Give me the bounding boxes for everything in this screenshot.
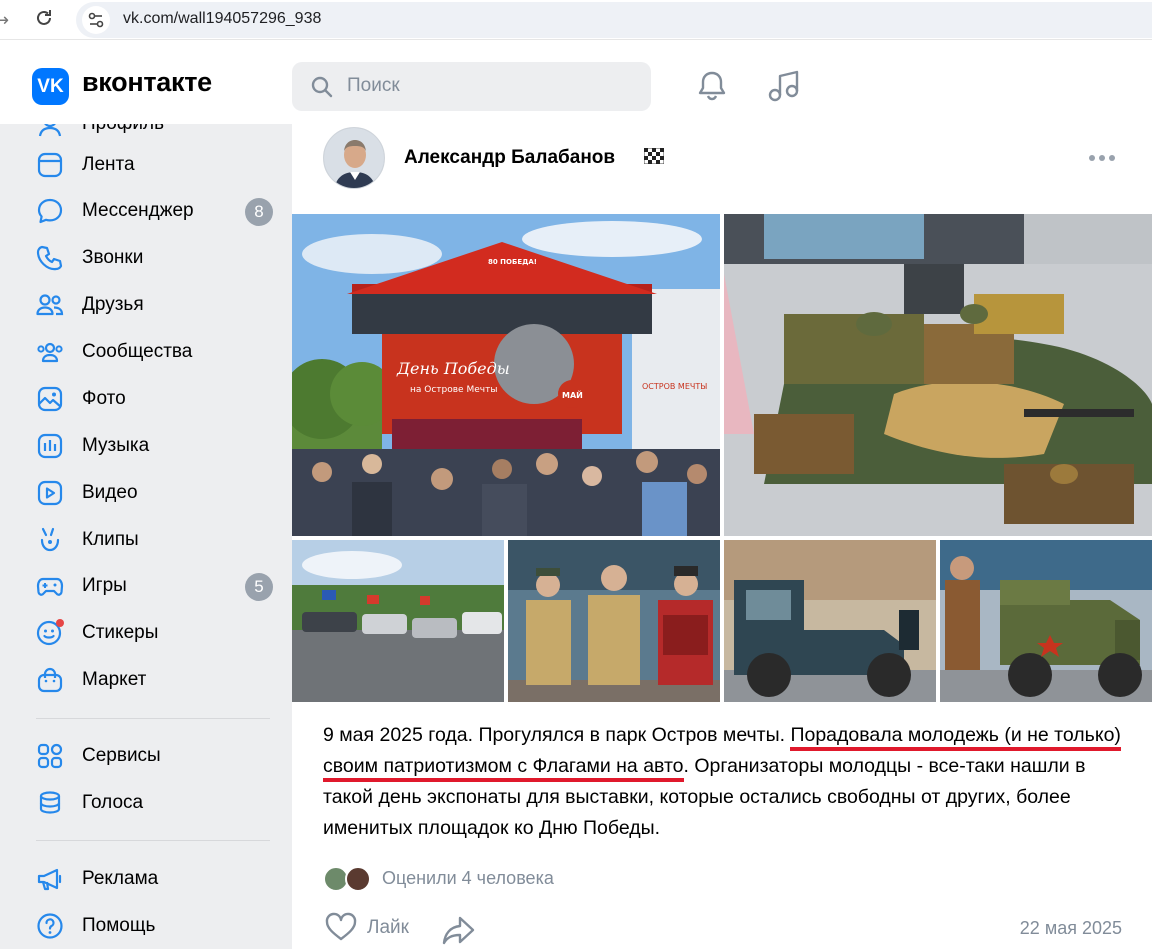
post-date[interactable]: 22 мая 2025: [1020, 918, 1122, 939]
sidebar-item-label: Видео: [82, 482, 138, 503]
sidebar-item-communities[interactable]: Сообщества: [0, 330, 292, 374]
url-text: vk.com/wall194057296_938: [123, 10, 322, 27]
browser-toolbar: → vk.com/wall194057296_938: [0, 0, 1152, 40]
services-icon: [37, 743, 63, 769]
sidebar-item-label: Стикеры: [82, 622, 159, 643]
search-input[interactable]: [347, 75, 637, 97]
sidebar-item-label: Маркет: [82, 669, 147, 690]
market-icon: [37, 667, 63, 693]
left-sidebar: Профиль Лента Мессенджер 8 Звонки Друзья…: [0, 124, 292, 949]
sidebar-item-label: Игры: [82, 575, 127, 596]
friends-icon: [36, 294, 64, 316]
sidebar-item-messenger[interactable]: Мессенджер 8: [0, 189, 292, 233]
sidebar-item-video[interactable]: Видео: [0, 471, 292, 515]
post-author-name[interactable]: Александр Балабанов: [404, 147, 615, 169]
photo-icon: [37, 386, 63, 412]
vk-logo-icon[interactable]: VK: [32, 68, 69, 105]
notification-count-badge: 5: [245, 573, 273, 601]
address-bar[interactable]: vk.com/wall194057296_938: [76, 2, 1152, 38]
stage-sign-text: ОСТРОВ МЕЧТЫ: [642, 382, 707, 391]
music-icon: [37, 433, 63, 459]
sidebar-item-photos[interactable]: Фото: [0, 377, 292, 421]
stage-title-text: День Победы: [396, 359, 510, 378]
liked-by-text[interactable]: Оценили 4 человека: [382, 868, 554, 889]
vk-header: VK вконтакте: [0, 40, 1152, 124]
sidebar-item-label: Голоса: [82, 792, 144, 813]
sidebar-item-calls[interactable]: Звонки: [0, 236, 292, 280]
post-text-intro: 9 мая 2025 года. Прогулялся в парк Остро…: [323, 724, 791, 746]
stage-may-label: МАЙ: [562, 389, 583, 400]
user-icon: [38, 124, 62, 137]
sidebar-item-label: Мессенджер: [82, 200, 194, 221]
groups-icon: [37, 342, 63, 363]
liker-avatar[interactable]: [345, 866, 371, 892]
like-label: Лайк: [367, 917, 409, 938]
stage-photo[interactable]: День Победы на Острове Мечты 80 ПОБЕДА! …: [292, 214, 720, 536]
music-icon[interactable]: [768, 69, 802, 103]
search-box[interactable]: [292, 62, 651, 111]
like-button[interactable]: Лайк: [325, 912, 420, 946]
ads-icon: [37, 868, 62, 891]
sidebar-item-label: Клипы: [82, 529, 139, 550]
sidebar-item-music[interactable]: Музыка: [0, 424, 292, 468]
sidebar-item-label: Музыка: [82, 435, 150, 456]
sidebar-item-label: Сообщества: [82, 341, 193, 362]
forward-arrow-icon[interactable]: →: [0, 10, 9, 31]
video-icon: [37, 480, 63, 506]
author-avatar[interactable]: [323, 127, 385, 189]
share-icon[interactable]: [442, 914, 476, 946]
more-options-icon[interactable]: [1088, 154, 1116, 162]
phone-icon: [36, 245, 63, 271]
sidebar-item-label: Сервисы: [82, 745, 161, 766]
search-icon: [311, 76, 333, 98]
sidebar-item-services[interactable]: Сервисы: [0, 734, 292, 778]
help-icon: [37, 913, 63, 939]
sidebar-item-ads[interactable]: Реклама: [0, 857, 292, 901]
military-jeep-photo[interactable]: [940, 540, 1152, 702]
sidebar-item-games[interactable]: Игры 5: [0, 564, 292, 608]
sidebar-item-votes[interactable]: Голоса: [0, 781, 292, 825]
military-exhibit-photo[interactable]: [724, 214, 1152, 536]
clips-icon: [40, 527, 60, 552]
sidebar-item-friends[interactable]: Друзья: [0, 283, 292, 327]
site-info-icon[interactable]: [82, 6, 110, 34]
wall-post: Александр Балабанов День Победы на Остро…: [292, 124, 1152, 949]
uniform-performers-photo[interactable]: [508, 540, 720, 702]
feed-icon: [37, 152, 63, 178]
sidebar-item-market[interactable]: Маркет: [0, 658, 292, 702]
sidebar-item-label: Профиль: [82, 124, 164, 135]
vk-logo-text[interactable]: вконтакте: [82, 67, 212, 98]
post-text: 9 мая 2025 года. Прогулялся в парк Остро…: [323, 720, 1123, 844]
sidebar-divider: [36, 840, 270, 841]
sidebar-item-feed[interactable]: Лента: [0, 143, 292, 187]
sidebar-divider: [36, 718, 270, 719]
stage-subtitle-text: на Острове Мечты: [410, 385, 497, 395]
games-icon: [36, 577, 64, 596]
vintage-truck-photo[interactable]: [724, 540, 936, 702]
heart-icon: [325, 912, 357, 941]
parking-flags-photo[interactable]: [292, 540, 504, 702]
sidebar-item-label: Помощь: [82, 915, 156, 936]
sidebar-item-label: Реклама: [82, 868, 159, 889]
chat-icon: [37, 198, 63, 224]
sidebar-item-label: Фото: [82, 388, 126, 409]
stage-badge-text: 80 ПОБЕДА!: [488, 258, 537, 266]
unread-count-badge: 8: [245, 198, 273, 226]
sidebar-item-help[interactable]: Помощь: [0, 904, 292, 948]
sidebar-item-label: Лента: [82, 154, 135, 175]
sidebar-item-label: Друзья: [82, 294, 144, 315]
sidebar-item-stickers[interactable]: Стикеры: [0, 611, 292, 655]
sidebar-item-label: Звонки: [82, 247, 144, 268]
stickers-icon: [36, 619, 64, 646]
votes-icon: [39, 791, 61, 814]
bell-icon[interactable]: [696, 69, 728, 103]
sidebar-item-clips[interactable]: Клипы: [0, 518, 292, 562]
checkered-flag-icon: [644, 148, 664, 164]
reload-icon[interactable]: [34, 7, 54, 29]
